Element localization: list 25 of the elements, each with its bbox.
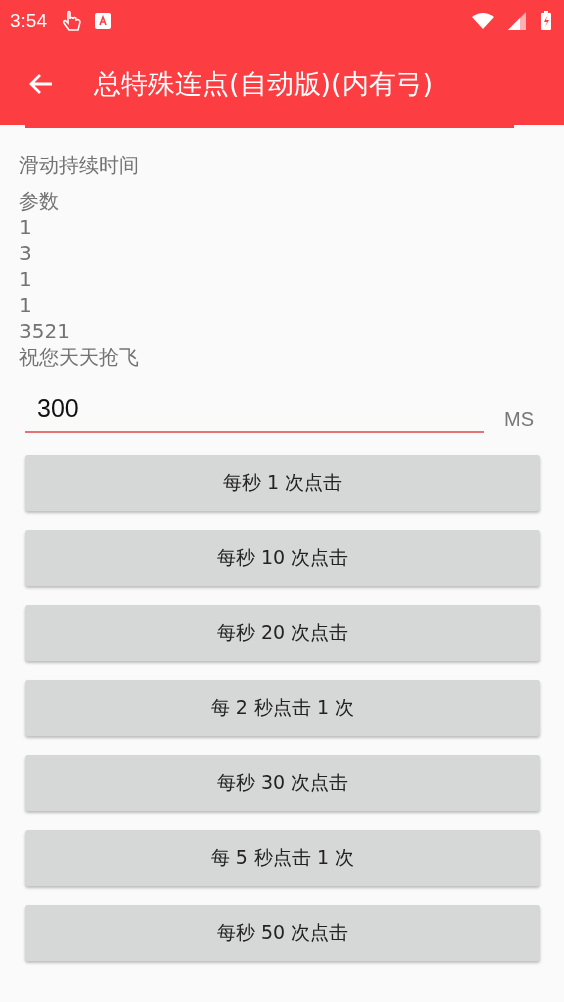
click-rate-button[interactable]: 每秒 50 次点击 <box>25 905 540 961</box>
toolbar-title: 总特殊连点(自动版)(内有弓) <box>94 66 434 101</box>
info-text: 3521 <box>19 318 70 344</box>
info-text: 祝您天天抢飞 <box>19 344 139 370</box>
status-time: 3:54 <box>10 10 47 32</box>
duration-input[interactable]: 300 <box>25 388 484 433</box>
click-rate-button[interactable]: 每秒 20 次点击 <box>25 605 540 661</box>
info-text: 滑动持续时间 <box>19 152 139 178</box>
touch-icon <box>61 9 81 33</box>
click-rate-button[interactable]: 每 5 秒点击 1 次 <box>25 830 540 886</box>
info-text: 参数 <box>19 188 59 214</box>
info-text: 1 <box>19 214 32 240</box>
unit-label: MS <box>504 408 534 432</box>
click-rate-button[interactable]: 每秒 10 次点击 <box>25 530 540 586</box>
wifi-icon <box>472 13 494 29</box>
info-text: 1 <box>19 266 32 292</box>
back-arrow-icon[interactable] <box>28 71 54 96</box>
info-text: 3 <box>19 240 32 266</box>
battery-icon <box>540 11 552 31</box>
click-rate-button[interactable]: 每秒 1 次点击 <box>25 455 540 511</box>
click-rate-button[interactable]: 每 2 秒点击 1 次 <box>25 680 540 736</box>
app-notification-icon <box>95 13 111 29</box>
info-text: 1 <box>19 292 32 318</box>
click-rate-button[interactable]: 每秒 30 次点击 <box>25 755 540 811</box>
signal-icon <box>508 12 526 30</box>
